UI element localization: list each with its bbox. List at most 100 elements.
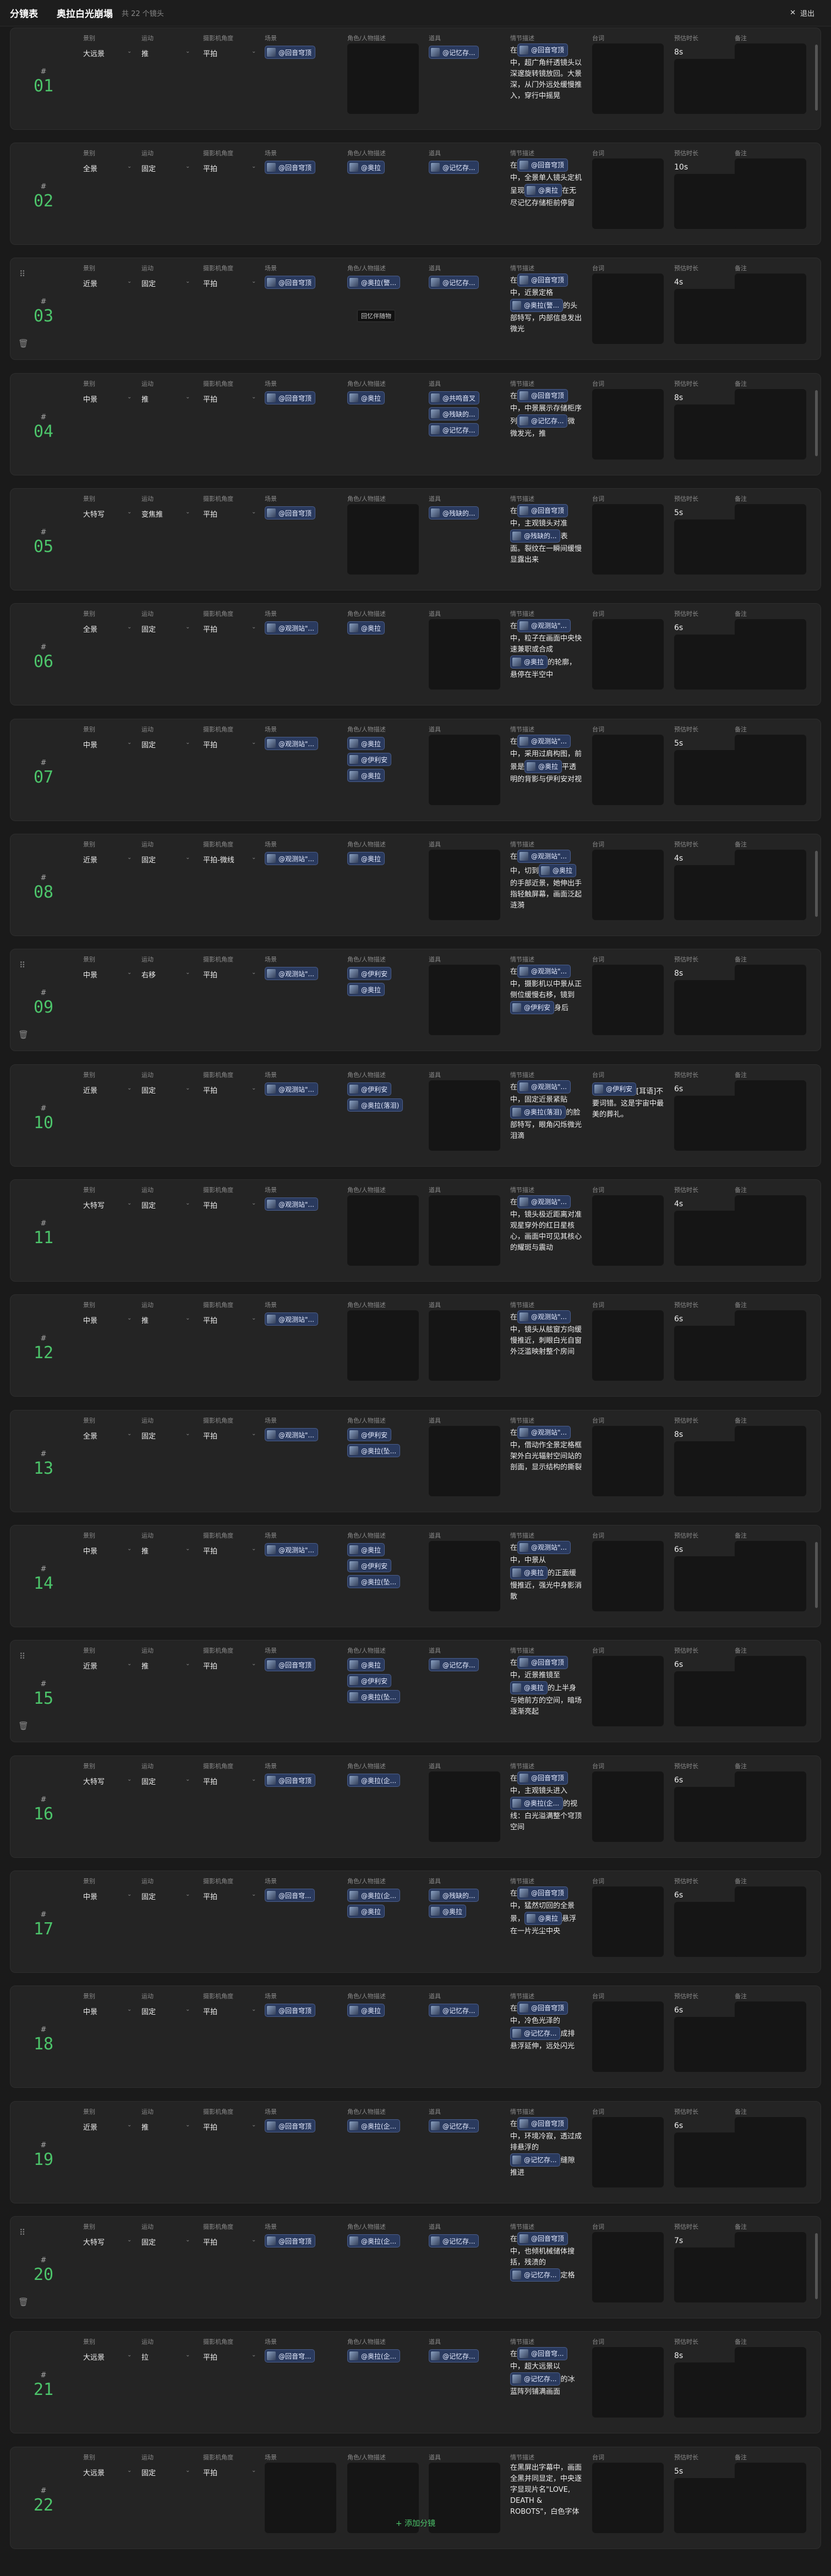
character-chip[interactable]: @奥拉 <box>347 161 385 174</box>
camera-angle-select[interactable]: 平拍 <box>203 2351 217 2362</box>
camera-move-select[interactable]: 固定 <box>141 739 156 750</box>
shot-size-select[interactable]: 全景 <box>83 1430 97 1441</box>
plot-reference-chip[interactable]: @观测站"... <box>517 1195 571 1208</box>
shot-size-select[interactable]: 大远景 <box>83 2467 105 2477</box>
character-chip[interactable]: @奥拉 <box>347 2004 385 2017</box>
note-cell[interactable] <box>735 2117 806 2187</box>
dialogue-cell[interactable] <box>592 158 664 229</box>
camera-move-select[interactable]: 固定 <box>141 854 156 865</box>
camera-move-select[interactable]: 固定 <box>141 2236 156 2247</box>
character-cell[interactable]: @奥拉(企... <box>347 2119 419 2187</box>
plot-reference-chip[interactable]: @奥拉 <box>524 1912 562 1925</box>
camera-move-select[interactable]: 推 <box>141 393 149 404</box>
camera-angle-select[interactable]: 平拍 <box>203 1891 217 1901</box>
scene-chip[interactable]: @观测站"... <box>265 852 318 865</box>
note-cell[interactable] <box>735 1541 806 1611</box>
scene-cell[interactable]: @观测站"... <box>265 1543 336 1611</box>
plot-reference-chip[interactable]: @奥拉 <box>539 864 577 877</box>
plot-description[interactable]: 在 @观测站"... 中，借动作全景定格框架外白光辐射空间站的剖面，显示结构的撕裂 <box>510 1426 582 1496</box>
scene-chip[interactable]: @回音穹顶 <box>265 2234 316 2247</box>
dialogue-cell[interactable] <box>592 1771 664 1842</box>
scrollbar[interactable] <box>815 851 818 917</box>
scene-cell[interactable]: @观测站"... <box>265 1428 336 1496</box>
shot-size-select[interactable]: 近景 <box>83 1660 97 1671</box>
dialogue-cell[interactable] <box>592 2232 664 2302</box>
plot-description[interactable]: 在 @回音穹顶 中，冷色光泽的 @记忆存... 成排悬浮延伸，远处闪光 <box>510 2001 582 2072</box>
character-chip[interactable]: @奥拉 <box>347 852 385 865</box>
plot-reference-chip[interactable]: @奥拉(企... <box>510 1797 564 1810</box>
scene-chip[interactable]: @回音穹顶 <box>265 2004 316 2017</box>
plot-reference-chip[interactable]: @回音穹顶 <box>517 1771 568 1785</box>
scene-chip[interactable]: @回音穹顶 <box>265 46 316 59</box>
plot-reference-chip[interactable]: @观测站"... <box>517 735 571 748</box>
note-cell[interactable] <box>735 2232 806 2302</box>
plot-reference-chip[interactable]: @回音穹顶 <box>517 1886 568 1900</box>
duration-value[interactable]: 6s <box>674 1660 683 1669</box>
prop-cell[interactable] <box>429 1541 500 1611</box>
prop-chip[interactable]: @记忆存... <box>429 2119 479 2132</box>
dialogue-cell[interactable] <box>592 274 664 344</box>
note-cell[interactable] <box>735 850 806 920</box>
scene-cell[interactable]: @回音穹顶 <box>265 2234 336 2302</box>
scene-chip[interactable]: @观测站"... <box>265 737 318 750</box>
scene-cell[interactable]: @观测站"... <box>265 967 336 1035</box>
trash-icon[interactable]: 🗑 <box>18 1030 29 1040</box>
plot-reference-chip[interactable]: @回音穹顶 <box>517 1656 568 1669</box>
character-cell[interactable]: @奥拉 <box>347 852 419 920</box>
plot-reference-chip[interactable]: @观测站"... <box>517 1080 571 1093</box>
duration-value[interactable]: 8s <box>674 1430 683 1439</box>
scene-cell[interactable]: @回音穹... <box>265 1889 336 1957</box>
duration-value[interactable]: 6s <box>674 1085 683 1093</box>
character-cell[interactable]: @奥拉 @伊利安 @奥拉(坠... <box>347 1658 419 1726</box>
camera-angle-select[interactable]: 平拍 <box>203 48 217 58</box>
prop-chip[interactable]: @残缺的... <box>429 506 479 519</box>
note-cell[interactable] <box>735 389 806 460</box>
dialogue-cell[interactable] <box>592 389 664 460</box>
scene-chip[interactable]: @回音穹顶 <box>265 1774 316 1787</box>
plot-reference-chip[interactable]: @回音穹... <box>517 2347 568 2360</box>
camera-move-select[interactable]: 推 <box>141 1545 149 1556</box>
camera-angle-select[interactable]: 平拍 <box>203 278 217 288</box>
plot-reference-chip[interactable]: @观测站"... <box>517 619 571 632</box>
shot-size-select[interactable]: 中景 <box>83 393 97 404</box>
plot-description[interactable]: 在 @回音穹顶 中，中景展示存储柜序列 @记忆存... 微微发光，推 <box>510 389 582 460</box>
plot-reference-chip[interactable]: @奥拉 <box>510 655 548 669</box>
character-chip[interactable]: @奥拉 <box>347 769 385 782</box>
character-chip[interactable]: @奥拉(企... <box>347 2119 401 2132</box>
character-chip[interactable]: @伊利安 <box>347 1674 392 1687</box>
scrollbar[interactable] <box>815 390 818 456</box>
camera-angle-select[interactable]: 平拍 <box>203 2467 217 2477</box>
prop-cell[interactable]: @残缺的... <box>429 506 500 575</box>
scene-chip[interactable]: @回音穹顶 <box>265 1658 316 1671</box>
camera-angle-select[interactable]: 平拍 <box>203 393 217 404</box>
duration-value[interactable]: 5s <box>674 739 683 748</box>
note-cell[interactable] <box>735 965 806 1035</box>
camera-move-select[interactable]: 右移 <box>141 969 156 980</box>
scrollbar[interactable] <box>815 45 818 111</box>
prop-chip[interactable]: @记忆存... <box>429 1658 479 1671</box>
prop-chip[interactable]: @记忆存... <box>429 2234 479 2247</box>
duration-value[interactable]: 6s <box>674 2121 683 2130</box>
prop-cell[interactable] <box>429 735 500 805</box>
scene-cell[interactable]: @观测站"... <box>265 621 336 690</box>
camera-move-select[interactable]: 固定 <box>141 2006 156 2016</box>
prop-cell[interactable] <box>429 1771 500 1842</box>
prop-chip[interactable]: @共鸣音叉 <box>429 391 480 404</box>
plot-description[interactable]: 在 @观测站"... 中，镜头极近距离对准观星穿外的红日星核心，画面中可见其核心的耀… <box>510 1195 582 1266</box>
scene-chip[interactable]: @观测站"... <box>265 1082 318 1096</box>
prop-cell[interactable]: @记忆存... <box>429 46 500 114</box>
note-cell[interactable] <box>735 735 806 805</box>
camera-move-select[interactable]: 推 <box>141 2121 149 2132</box>
shot-size-select[interactable]: 近景 <box>83 278 97 288</box>
plot-reference-chip[interactable]: @记忆存... <box>510 2027 561 2040</box>
trash-icon[interactable]: 🗑 <box>18 338 29 348</box>
note-cell[interactable] <box>735 2001 806 2072</box>
duration-value[interactable]: 8s <box>674 2351 683 2360</box>
scene-chip[interactable]: @回音穹顶 <box>265 161 316 174</box>
plot-description[interactable]: 在 @回音穹顶 中，近景定格 @奥拉(警... 的头部特写，内部信息发出微光 <box>510 274 582 344</box>
camera-angle-select[interactable]: 平拍 <box>203 1085 217 1095</box>
prop-cell[interactable] <box>429 1310 500 1381</box>
prop-chip[interactable]: @记忆存... <box>429 46 479 59</box>
character-chip[interactable]: @伊利安 <box>347 1428 392 1441</box>
camera-move-select[interactable]: 固定 <box>141 2467 156 2477</box>
